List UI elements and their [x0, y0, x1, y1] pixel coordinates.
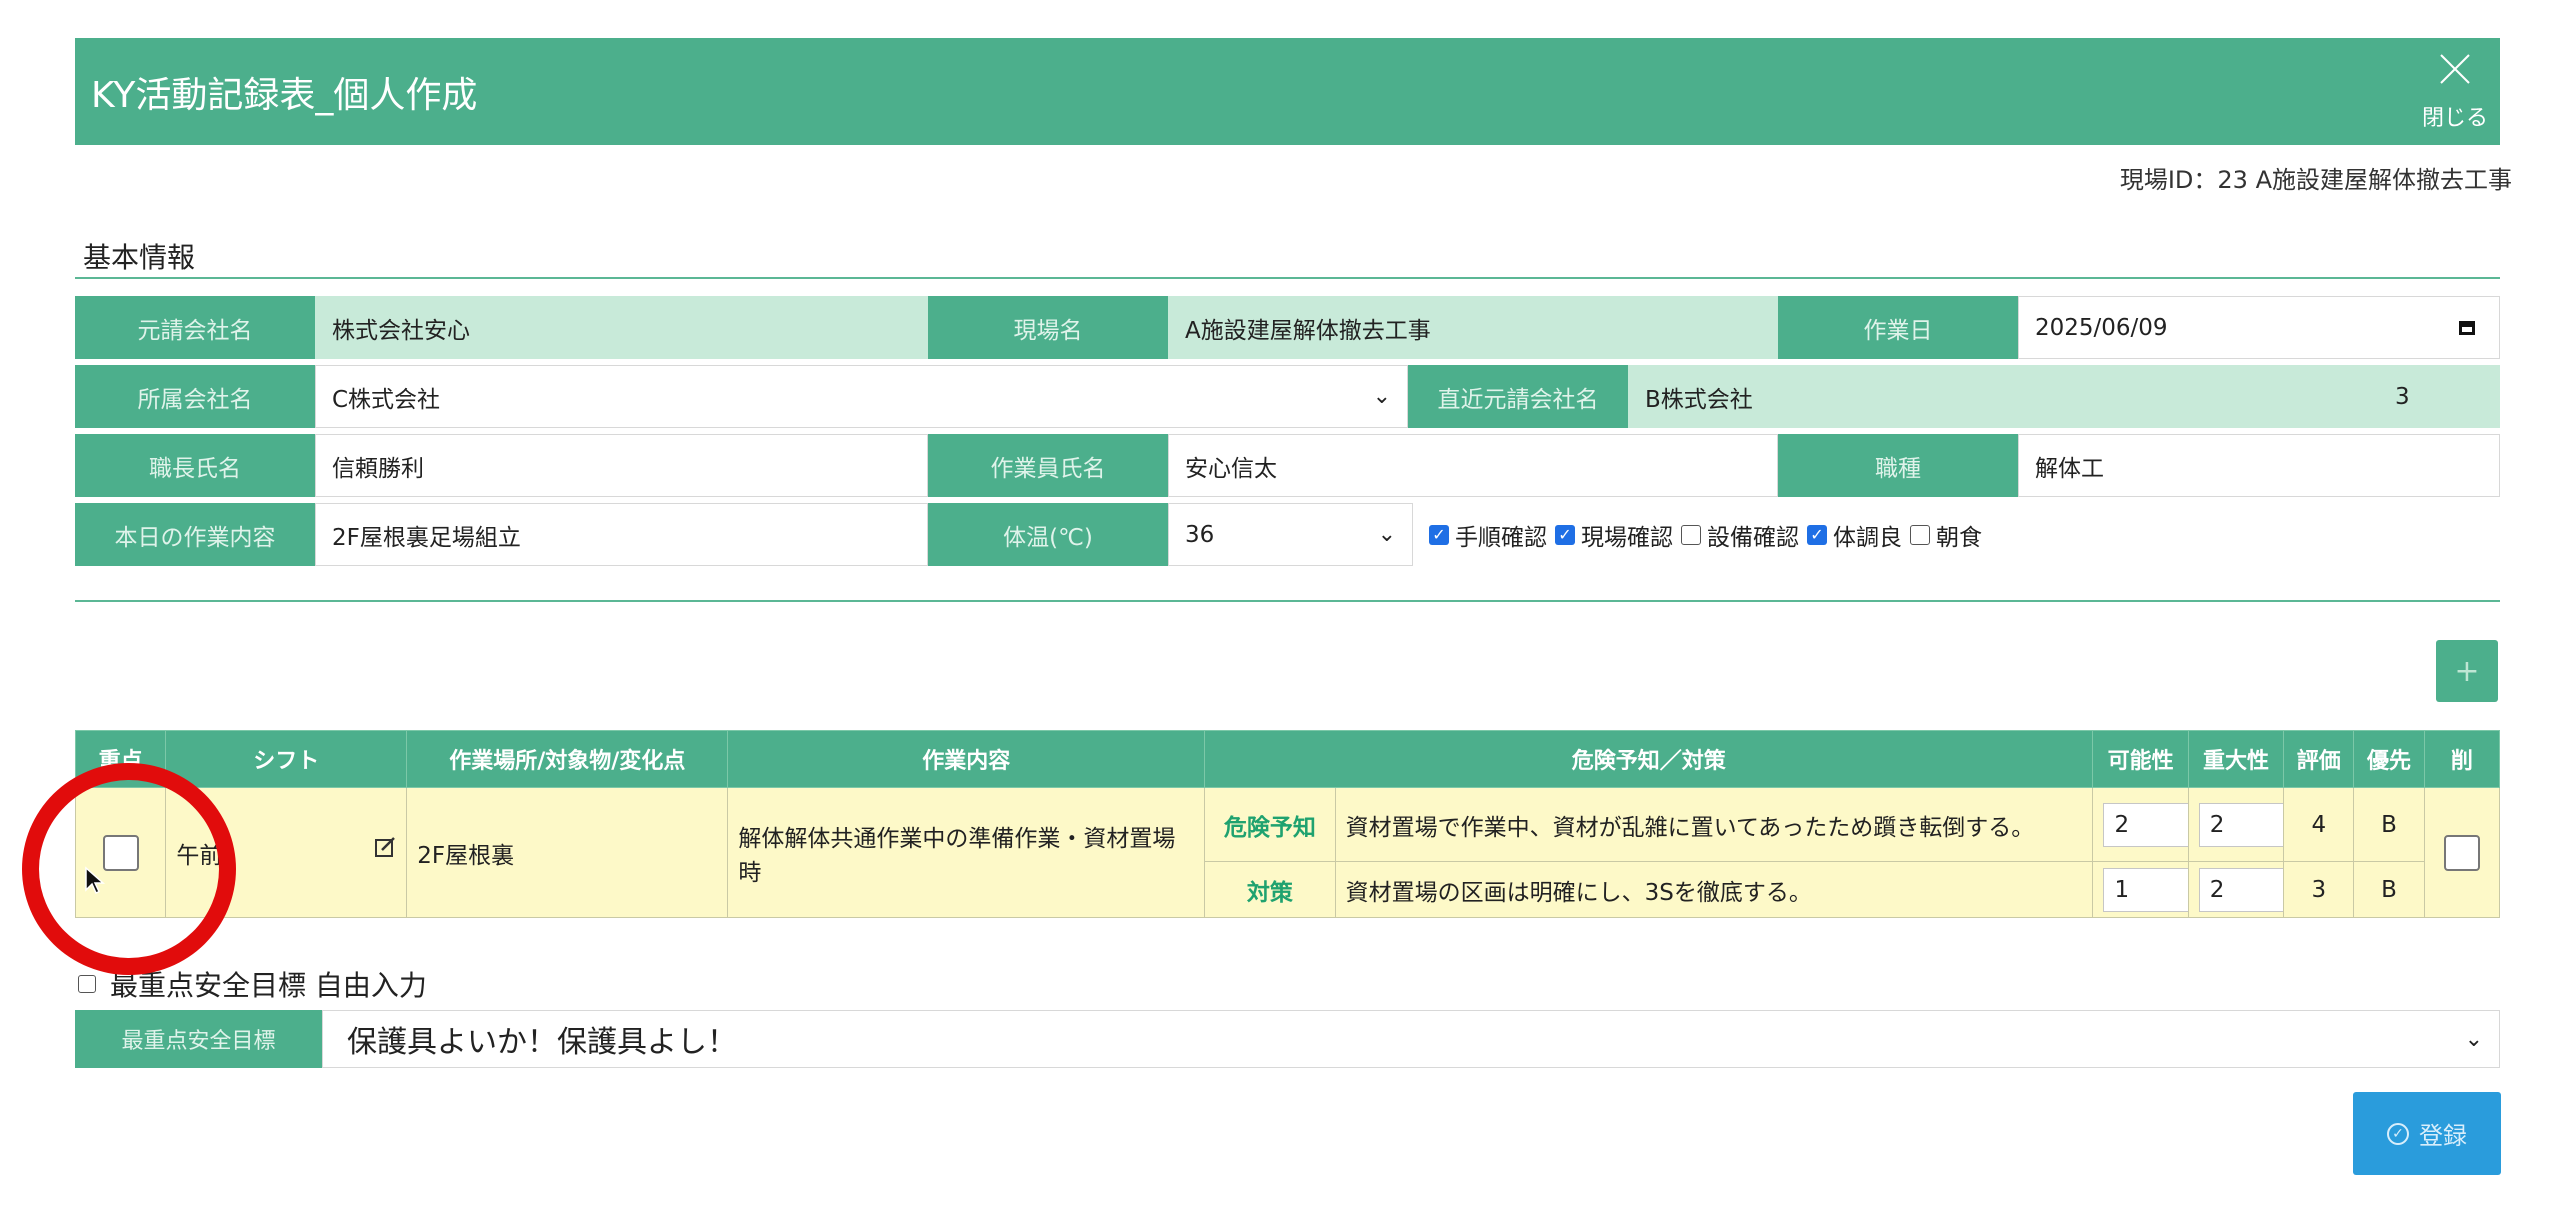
free-input-checkbox[interactable]: [78, 975, 96, 993]
hazard-possibility-cell: 2: [2092, 787, 2200, 862]
basic-info-grid: 元請会社名 株式会社安心 現場名 A施設建屋解体撤去工事 作業日 2025/06…: [75, 296, 2500, 572]
check-site-box[interactable]: ✓: [1555, 524, 1575, 545]
calendar-icon[interactable]: [2459, 320, 2475, 335]
temp-value: 36: [1185, 521, 1215, 548]
check-procedure-box[interactable]: ✓: [1429, 524, 1449, 545]
risk-table: 重点 シフト 作業場所/対象物/変化点 作業内容 危険予知／対策 可能性 重大性…: [74, 730, 2501, 918]
close-icon: [2440, 54, 2470, 84]
work-date-value: 2025/06/09: [2035, 314, 2168, 341]
check-condition-box[interactable]: ✓: [1807, 524, 1827, 545]
table-row: 午前 2F屋根裏 解体解体共通作業中の準備作業・資材置場時 危険予知 資材置場で…: [74, 787, 2501, 918]
section-divider: [75, 600, 2500, 602]
safety-goal-row: 最重点安全目標 保護具よいか！保護具よし！ ⌄: [75, 1010, 2500, 1068]
highlight-circle: [22, 763, 236, 975]
hazard-score: 4: [2283, 787, 2355, 862]
page-title: KY活動記録表_個人作成: [91, 75, 478, 116]
col-priority: 優先: [2353, 730, 2425, 788]
measure-priority: B: [2353, 861, 2425, 918]
measure-severity-input[interactable]: 2: [2198, 867, 2295, 912]
company-select[interactable]: C株式会社 ⌄: [315, 365, 1408, 428]
trade-input[interactable]: 解体工: [2018, 434, 2500, 497]
temp-select[interactable]: 36 ⌄: [1168, 503, 1413, 566]
temp-label: 体温(℃): [928, 503, 1168, 566]
foreman-input[interactable]: 信頼勝利: [315, 434, 928, 497]
delete-cell: [2423, 787, 2501, 918]
cursor-icon: [85, 866, 105, 895]
tier-value: 3: [2378, 365, 2500, 428]
edit-icon[interactable]: [374, 836, 396, 858]
chevron-down-icon: ⌄: [1377, 522, 1396, 547]
direct-contractor-value: B株式会社: [1628, 365, 2378, 428]
check-site-label: 現場確認: [1581, 524, 1673, 551]
close-label: 閉じる: [2421, 106, 2488, 131]
info-row-1: 元請会社名 株式会社安心 現場名 A施設建屋解体撤去工事 作業日 2025/06…: [75, 296, 2500, 359]
add-row-button[interactable]: +: [2436, 640, 2498, 702]
site-label: 現場名: [928, 296, 1168, 359]
health-checks: ✓ 手順確認 ✓ 現場確認 設備確認 ✓ 体調良 朝食: [1413, 503, 1982, 566]
check-procedure-label: 手順確認: [1455, 524, 1547, 551]
chevron-down-icon: ⌄: [1372, 384, 1391, 409]
trade-label: 職種: [1778, 434, 2018, 497]
col-hazard: 危険予知／対策: [1204, 730, 2094, 788]
hazard-severity-cell: 2: [2187, 787, 2295, 862]
hazard-possibility-input[interactable]: 2: [2103, 802, 2200, 847]
foreman-label: 職長氏名: [75, 434, 315, 497]
hazard-label: 危険予知: [1204, 787, 1336, 862]
prime-contractor-label: 元請会社名: [75, 296, 315, 359]
col-shift: シフト: [165, 730, 408, 788]
col-work: 作業内容: [727, 730, 1206, 788]
delete-checkbox[interactable]: [2443, 834, 2480, 871]
register-button[interactable]: ✓ 登録: [2353, 1092, 2501, 1175]
measure-text: 資材置場の区画は明確にし、3Sを徹底する。: [1334, 861, 2094, 918]
hazard-priority: B: [2353, 787, 2425, 862]
measure-possibility-input[interactable]: 1: [2103, 867, 2200, 912]
today-work-label: 本日の作業内容: [75, 503, 315, 566]
work-date-input[interactable]: 2025/06/09: [2018, 296, 2500, 359]
col-delete: 削: [2423, 730, 2501, 788]
section-title: 基本情報: [83, 241, 196, 274]
info-row-2: 所属会社名 C株式会社 ⌄ 直近元請会社名 B株式会社 3: [75, 365, 2500, 428]
check-circle-icon: ✓: [2387, 1122, 2409, 1145]
safety-goal-select[interactable]: 保護具よいか！保護具よし！ ⌄: [322, 1010, 2500, 1068]
check-condition-label: 体調良: [1833, 524, 1902, 551]
check-breakfast-box[interactable]: [1910, 524, 1930, 545]
table-header-row: 重点 シフト 作業場所/対象物/変化点 作業内容 危険予知／対策 可能性 重大性…: [74, 730, 2501, 788]
close-button[interactable]: 閉じる: [2410, 38, 2500, 145]
work-date-label: 作業日: [1778, 296, 2018, 359]
worker-label: 作業員氏名: [928, 434, 1168, 497]
section-divider: [75, 277, 2500, 279]
company-label: 所属会社名: [75, 365, 315, 428]
check-equipment-box[interactable]: [1681, 524, 1701, 545]
direct-contractor-label: 直近元請会社名: [1408, 365, 1628, 428]
worker-input[interactable]: 安心信太: [1168, 434, 1778, 497]
app-header: KY活動記録表_個人作成 閉じる: [75, 38, 2500, 145]
col-place: 作業場所/対象物/変化点: [406, 730, 729, 788]
col-possibility: 可能性: [2092, 730, 2189, 788]
chevron-down-icon: ⌄: [2464, 1026, 2483, 1052]
site-id: 現場ID：23 A施設建屋解体撤去工事: [2119, 166, 2512, 194]
measure-possibility-cell: 1: [2092, 861, 2200, 918]
info-row-3: 職長氏名 信頼勝利 作業員氏名 安心信太 職種 解体工: [75, 434, 2500, 497]
hazard-severity-input[interactable]: 2: [2198, 802, 2295, 847]
company-value: C株式会社: [332, 386, 441, 413]
measure-label: 対策: [1204, 861, 1336, 918]
today-work-input[interactable]: 2F屋根裏足場組立: [315, 503, 928, 566]
hazard-text: 資材置場で作業中、資材が乱雑に置いてあったため躓き転倒する。: [1334, 787, 2094, 862]
safety-goal-label: 最重点安全目標: [75, 1010, 322, 1068]
col-severity: 重大性: [2187, 730, 2285, 788]
site-value: A施設建屋解体撤去工事: [1168, 296, 1778, 359]
measure-severity-cell: 2: [2187, 861, 2295, 918]
prime-contractor-value: 株式会社安心: [315, 296, 928, 359]
measure-score: 3: [2283, 861, 2355, 918]
col-score: 評価: [2283, 730, 2355, 788]
work-cell: 解体解体共通作業中の準備作業・資材置場時: [727, 787, 1206, 918]
safety-goal-value: 保護具よいか！保護具よし！: [347, 1025, 737, 1060]
check-equipment-label: 設備確認: [1707, 524, 1799, 551]
check-breakfast-label: 朝食: [1936, 524, 1982, 551]
register-label: 登録: [2419, 1122, 2467, 1150]
place-cell: 2F屋根裏: [406, 787, 729, 918]
info-row-4: 本日の作業内容 2F屋根裏足場組立 体温(℃) 36 ⌄ ✓ 手順確認 ✓ 現場確認…: [75, 503, 2500, 566]
